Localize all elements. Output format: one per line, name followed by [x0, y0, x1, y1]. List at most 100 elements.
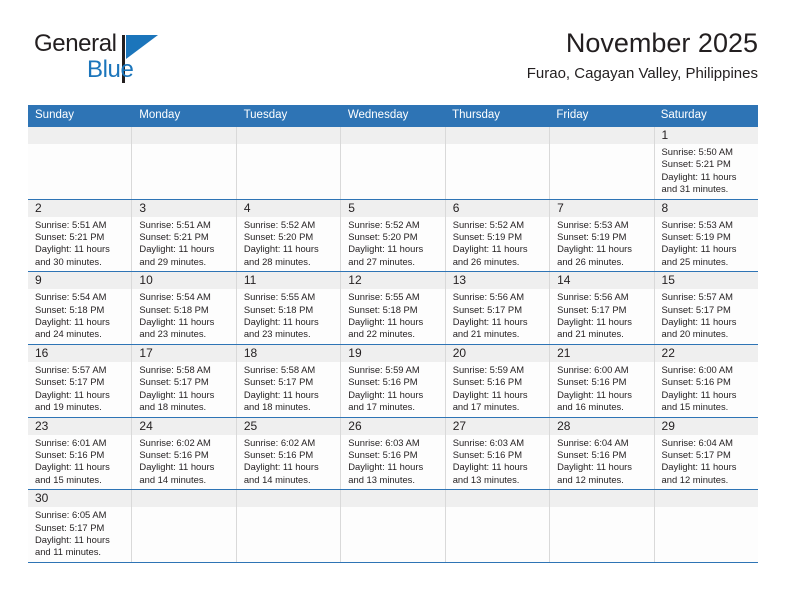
calendar-day-cell[interactable]: 18 Sunrise: 5:58 AM Sunset: 5:17 PM Dayligh… — [236, 344, 342, 417]
daylight-duration-line2: and 14 minutes. — [243, 473, 311, 485]
calendar-day-cell[interactable]: 20 Sunrise: 5:59 AM Sunset: 5:16 PM Dayligh… — [445, 344, 551, 417]
calendar-week-row: 2 Sunrise: 5:51 AM Sunset: 5:21 PM Daylight… — [28, 199, 758, 273]
calendar-day-cell[interactable]: 14 Sunrise: 5:56 AM Sunset: 5:17 PM Dayligh… — [550, 272, 655, 344]
day-sun-info: Sunrise: 6:00 AM Sunset: 5:16 PM Daylight:… — [655, 362, 758, 417]
day-number: 22 — [654, 344, 758, 362]
weekday-header-saturday: Saturday — [660, 109, 707, 121]
weekday-header-tuesday: Tuesday — [243, 109, 288, 121]
day-number: 6 — [445, 199, 550, 217]
day-number: 5 — [341, 199, 445, 217]
day-sun-info: Sunrise: 5:50 AM Sunset: 5:21 PM Daylight:… — [655, 144, 758, 199]
calendar-day-cell[interactable]: 1 Sunrise: 5:50 AM Sunset: 5:21 PM Daylight… — [654, 127, 758, 199]
calendar-day-cell[interactable]: 19 Sunrise: 5:59 AM Sunset: 5:16 PM Dayligh… — [341, 344, 446, 417]
calendar-day-cell[interactable]: 2 Sunrise: 5:51 AM Sunset: 5:21 PM Daylight… — [28, 199, 133, 272]
sunrise-time: Sunrise: 5:54 AM — [35, 291, 107, 303]
day-sun-info: Sunrise: 5:58 AM Sunset: 5:17 PM Daylight:… — [132, 362, 235, 417]
calendar-day-cell[interactable]: 27 Sunrise: 6:03 AM Sunset: 5:16 PM Dayligh… — [445, 417, 551, 490]
day-number — [445, 490, 550, 508]
calendar-day-cell[interactable]: 5 Sunrise: 5:52 AM Sunset: 5:20 PM Daylight… — [341, 199, 446, 272]
sunrise-time: Sunrise: 6:04 AM — [557, 436, 629, 448]
day-number: 7 — [550, 199, 654, 217]
calendar-day-cell[interactable]: 28 Sunrise: 6:04 AM Sunset: 5:16 PM Dayligh… — [550, 417, 655, 490]
sunrise-time: Sunrise: 5:58 AM — [243, 363, 316, 375]
sunset-time: Sunset: 5:17 PM — [557, 303, 627, 315]
daylight-duration-line1: Daylight: 11 hours — [452, 316, 528, 328]
calendar-day-cell[interactable]: 25 Sunrise: 6:02 AM Sunset: 5:16 PM Dayligh… — [236, 417, 342, 490]
day-sun-info: Sunrise: 5:55 AM Sunset: 5:18 PM Daylight:… — [237, 289, 340, 344]
daylight-duration-line1: Daylight: 11 hours — [557, 388, 632, 400]
sunset-time: Sunset: 5:19 PM — [557, 231, 627, 243]
day-sun-info: Sunrise: 5:53 AM Sunset: 5:19 PM Daylight:… — [550, 217, 653, 272]
sunrise-time: Sunrise: 5:58 AM — [139, 363, 211, 375]
day-sun-info: Sunrise: 5:56 AM Sunset: 5:17 PM Daylight:… — [550, 289, 653, 344]
day-sun-info: Sunrise: 5:58 AM Sunset: 5:17 PM Daylight:… — [237, 362, 340, 417]
day-sun-info: Sunrise: 6:02 AM Sunset: 5:16 PM Daylight:… — [132, 435, 235, 490]
calendar-week-row: 9 Sunrise: 5:54 AM Sunset: 5:18 PM Daylight… — [28, 272, 758, 345]
day-number: 16 — [28, 344, 132, 362]
calendar-day-cell-empty — [654, 490, 758, 562]
daylight-duration-line2: and 16 minutes. — [557, 401, 624, 413]
daylight-duration-line2: and 13 minutes. — [452, 473, 520, 485]
day-number: 27 — [445, 417, 550, 435]
page-title: November 2025 — [565, 28, 758, 58]
sunrise-time: Sunrise: 6:00 AM — [557, 363, 629, 375]
daylight-duration-line1: Daylight: 11 hours — [139, 388, 215, 400]
calendar-day-cell[interactable]: 8 Sunrise: 5:53 AM Sunset: 5:19 PM Daylight… — [654, 199, 758, 272]
calendar-day-cell[interactable]: 22 Sunrise: 6:00 AM Sunset: 5:16 PM Dayligh… — [654, 344, 758, 417]
calendar-day-cell[interactable]: 11 Sunrise: 5:55 AM Sunset: 5:18 PM Dayligh… — [236, 272, 342, 344]
calendar-week-row: 23 Sunrise: 6:01 AM Sunset: 5:16 PM Dayligh… — [28, 417, 758, 491]
calendar-day-cell[interactable]: 24 Sunrise: 6:02 AM Sunset: 5:16 PM Dayligh… — [132, 417, 237, 490]
sunrise-time: Sunrise: 5:52 AM — [348, 218, 420, 230]
daylight-duration-line1: Daylight: 11 hours — [139, 243, 215, 255]
calendar-day-cell[interactable]: 17 Sunrise: 5:58 AM Sunset: 5:17 PM Dayligh… — [132, 344, 237, 417]
calendar-day-cell[interactable]: 15 Sunrise: 5:57 AM Sunset: 5:17 PM Dayligh… — [654, 272, 758, 344]
day-number: 10 — [132, 272, 236, 290]
day-number: 8 — [654, 199, 758, 217]
sunrise-time: Sunrise: 5:51 AM — [35, 218, 107, 230]
sunrise-time: Sunrise: 5:51 AM — [139, 218, 211, 230]
sunrise-time: Sunrise: 5:50 AM — [661, 146, 733, 157]
brand-logo[interactable]: General Blue — [34, 30, 254, 86]
day-number: 20 — [445, 344, 550, 362]
sunset-time: Sunset: 5:17 PM — [139, 376, 209, 388]
sunrise-time: Sunrise: 5:55 AM — [243, 291, 316, 303]
calendar-week-row: 30 Sunrise: 6:05 AM Sunset: 5:17 PM Dayligh… — [28, 490, 758, 563]
sunset-time: Sunset: 5:16 PM — [139, 448, 209, 460]
daylight-duration-line1: Daylight: 11 hours — [452, 388, 528, 400]
calendar-day-cell[interactable]: 30 Sunrise: 6:05 AM Sunset: 5:17 PM Dayligh… — [28, 490, 133, 562]
calendar-day-cell[interactable]: 29 Sunrise: 6:04 AM Sunset: 5:17 PM Dayligh… — [654, 417, 758, 490]
calendar-day-cell[interactable]: 10 Sunrise: 5:54 AM Sunset: 5:18 PM Dayligh… — [132, 272, 237, 344]
calendar-day-cell[interactable]: 9 Sunrise: 5:54 AM Sunset: 5:18 PM Daylight… — [28, 272, 133, 344]
sunset-time: Sunset: 5:18 PM — [35, 303, 105, 315]
sunset-time: Sunset: 5:18 PM — [243, 303, 314, 315]
calendar-day-cell[interactable]: 13 Sunrise: 5:56 AM Sunset: 5:17 PM Dayligh… — [445, 272, 551, 344]
calendar-day-cell-empty — [445, 127, 551, 199]
calendar-day-cell[interactable]: 26 Sunrise: 6:03 AM Sunset: 5:16 PM Dayligh… — [341, 417, 446, 490]
sunrise-time: Sunrise: 6:01 AM — [35, 436, 107, 448]
daylight-duration-line1: Daylight: 11 hours — [243, 243, 319, 255]
calendar-day-cell[interactable]: 23 Sunrise: 6:01 AM Sunset: 5:16 PM Dayligh… — [28, 417, 133, 490]
calendar-day-cell[interactable]: 21 Sunrise: 6:00 AM Sunset: 5:16 PM Dayligh… — [550, 344, 655, 417]
sunrise-time: Sunrise: 6:04 AM — [661, 436, 733, 448]
calendar-day-cell[interactable]: 4 Sunrise: 5:52 AM Sunset: 5:20 PM Daylight… — [236, 199, 342, 272]
day-number: 14 — [550, 272, 654, 290]
sunset-time: Sunset: 5:16 PM — [452, 448, 522, 460]
brand-name-general: General — [34, 30, 117, 57]
day-sun-info: Sunrise: 6:03 AM Sunset: 5:16 PM Daylight:… — [446, 435, 549, 490]
sunrise-time: Sunrise: 5:54 AM — [139, 291, 211, 303]
daylight-duration-line1: Daylight: 11 hours — [452, 243, 528, 255]
sunset-time: Sunset: 5:17 PM — [661, 303, 731, 315]
daylight-duration-line1: Daylight: 11 hours — [661, 461, 737, 473]
daylight-duration-line2: and 15 minutes. — [35, 473, 102, 485]
day-sun-info: Sunrise: 6:04 AM Sunset: 5:16 PM Daylight:… — [550, 435, 653, 490]
calendar-day-cell[interactable]: 7 Sunrise: 5:53 AM Sunset: 5:19 PM Daylight… — [550, 199, 655, 272]
day-number — [132, 490, 236, 508]
calendar-day-cell[interactable]: 6 Sunrise: 5:52 AM Sunset: 5:19 PM Daylight… — [445, 199, 551, 272]
title-block: November 2025 Furao, Cagayan Valley, Phi… — [527, 26, 758, 85]
calendar-day-cell[interactable]: 12 Sunrise: 5:55 AM Sunset: 5:18 PM Dayligh… — [341, 272, 446, 344]
day-number: 19 — [341, 344, 445, 362]
daylight-duration-line2: and 25 minutes. — [661, 255, 729, 267]
calendar-day-cell[interactable]: 16 Sunrise: 5:57 AM Sunset: 5:17 PM Dayligh… — [28, 344, 133, 417]
calendar-day-cell[interactable]: 3 Sunrise: 5:51 AM Sunset: 5:21 PM Daylight… — [132, 199, 237, 272]
day-number — [236, 127, 341, 144]
